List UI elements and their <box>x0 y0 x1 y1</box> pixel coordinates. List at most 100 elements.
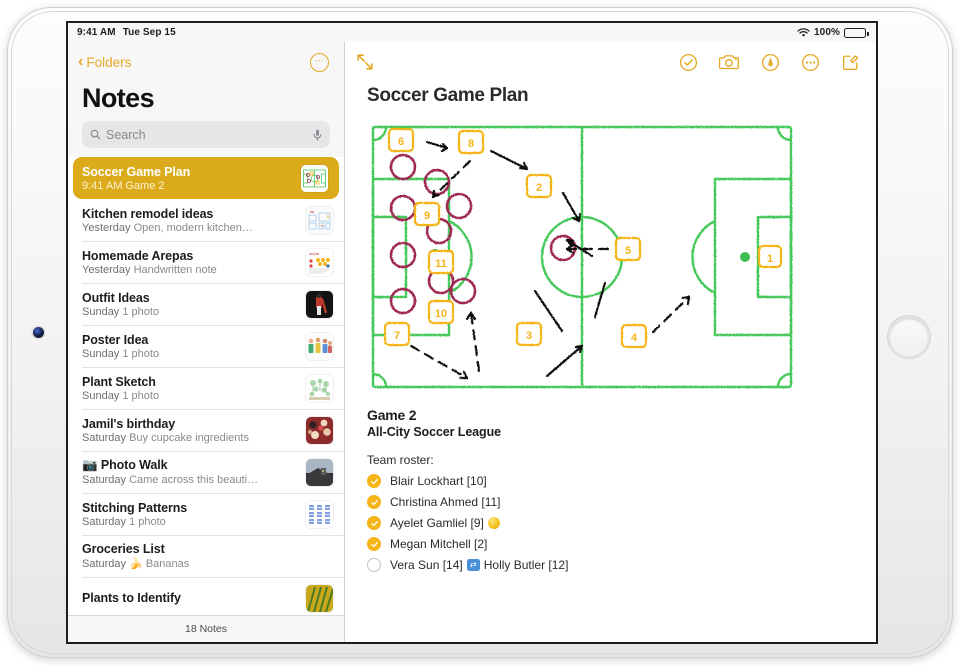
note-item-title: Outfit Ideas <box>82 290 150 305</box>
microphone-icon[interactable] <box>313 129 322 141</box>
roster-player-name: Megan Mitchell [2] <box>390 537 488 551</box>
note-item-title: Plants to Identify <box>82 591 181 605</box>
note-item-preview: Handwritten note <box>130 263 217 276</box>
checkbox-checked-icon[interactable] <box>367 495 381 509</box>
note-item-preview: Came across this beauti… <box>126 474 259 486</box>
note-item-title: Jamil's birthday <box>82 416 176 431</box>
note-item-date: Yesterday <box>82 263 131 276</box>
roster-player-name-2: Holly Butler [12] <box>483 558 569 572</box>
note-item-subtitle: Sunday 1 photo <box>82 390 298 402</box>
note-item-subtitle: Saturday 1 photo <box>82 516 298 528</box>
svg-text:1: 1 <box>767 253 773 265</box>
note-item-subtitle: Saturday Buy cupcake ingredients <box>82 432 298 444</box>
notes-list[interactable]: Soccer Game Plan 9:41 AM Game 2 Kitchen re… <box>68 157 344 615</box>
search-icon <box>90 129 101 140</box>
back-to-folders-button[interactable]: ‹ Folders <box>78 52 131 70</box>
home-button[interactable] <box>888 316 930 358</box>
compose-square-pencil-icon[interactable] <box>841 53 860 72</box>
sidebar-more-button[interactable]: ⋯ <box>310 52 329 72</box>
note-item-title: Groceries List <box>82 542 165 556</box>
note-item-date: 9:41 AM <box>82 179 123 192</box>
note-detail-pane: Soccer Game Plan 6 8 2 5 9 11 10 7 3 4 1… <box>345 42 876 642</box>
note-item-preview: Buy cupcake ingredients <box>126 431 249 444</box>
chevron-left-icon: ‹ <box>78 52 84 70</box>
note-list-item[interactable]: Homemade Arepas Yesterday Handwritten not… <box>68 241 344 283</box>
checkbox-checked-icon[interactable] <box>367 537 381 551</box>
note-item-preview: 1 photo <box>119 305 160 318</box>
note-list-item[interactable]: 📷 Photo Walk Saturday Came across this be… <box>68 451 344 493</box>
poster-people-thumb <box>306 332 333 360</box>
roster-item[interactable]: Christina Ahmed [11] <box>367 495 854 509</box>
expand-diagonal-icon[interactable] <box>355 52 375 72</box>
battery-icon <box>844 27 869 38</box>
note-list-item[interactable]: Poster Idea Sunday 1 photo <box>68 325 344 367</box>
note-list-item[interactable]: Outfit Ideas Sunday 1 photo <box>68 283 344 325</box>
cupcakes-photo-thumb <box>306 416 333 444</box>
roster-item[interactable]: Vera Sun [14] ⇄ Holly Butler [12] <box>367 558 854 572</box>
recipe-note-thumb: Arepas <box>306 248 333 276</box>
checkbox-unchecked-icon[interactable] <box>367 558 381 572</box>
note-item-subtitle: Yesterday Open, modern kitchen… <box>82 222 298 234</box>
svg-text:11: 11 <box>435 258 447 270</box>
note-list-item[interactable]: Plants to Identify <box>68 577 344 615</box>
front-camera-dot <box>33 327 44 338</box>
checkbox-checked-icon[interactable] <box>367 474 381 488</box>
note-content: 6 8 2 5 9 11 10 7 3 4 1 Game 2 All-City Soccer … <box>345 107 876 572</box>
note-item-subtitle: Sunday 1 photo <box>82 348 298 360</box>
note-item-title: 📷 Photo Walk <box>82 458 168 472</box>
battery-percent-label: 100% <box>814 27 840 38</box>
plant-sketch-thumb <box>306 374 333 402</box>
soccer-field-diagram: 6 8 2 5 9 11 10 7 3 4 1 <box>367 121 797 393</box>
roster-item-text: Megan Mitchell [2] <box>390 537 487 551</box>
note-list-item[interactable]: Stitching Patterns Saturday 1 photo <box>68 493 344 535</box>
outfit-photo-thumb <box>306 290 333 318</box>
note-item-subtitle: 9:41 AM Game 2 <box>82 180 293 192</box>
note-item-preview: Open, modern kitchen… <box>130 221 253 234</box>
ipad-screen: 9:41 AM Tue Sep 15 100% ‹ Folders ⋯ Note… <box>68 23 876 642</box>
roster-item[interactable]: Megan Mitchell [2] <box>367 537 854 551</box>
roster-label: Team roster: <box>367 453 434 467</box>
roster-item[interactable]: Blair Lockhart [10] <box>367 474 854 488</box>
note-list-item[interactable]: Kitchen remodel ideas Yesterday Open, mod… <box>68 199 344 241</box>
note-item-subtitle: Yesterday Handwritten note <box>82 264 298 276</box>
note-subheading: All-City Soccer League <box>367 425 501 439</box>
checkbox-checked-icon[interactable] <box>367 516 381 530</box>
note-item-preview: 1 photo <box>126 515 166 528</box>
note-item-title: Plant Sketch <box>82 374 156 389</box>
svg-text:7: 7 <box>394 330 400 342</box>
roster-player-name: Vera Sun [14] <box>390 558 463 572</box>
checklist-circle-icon[interactable] <box>679 53 698 72</box>
status-time: 9:41 AM <box>77 27 116 38</box>
roster-item[interactable]: Ayelet Gamliel [9] <box>367 516 854 530</box>
note-item-title: Kitchen remodel ideas <box>82 206 214 221</box>
note-item-subtitle: Saturday Came across this beauti… <box>82 474 298 486</box>
note-item-date: Sunday <box>82 305 120 318</box>
search-placeholder: Search <box>106 127 146 142</box>
roster-player-name: Blair Lockhart [10] <box>390 474 487 488</box>
note-item-date: Saturday <box>82 515 127 528</box>
roster-checklist[interactable]: Blair Lockhart [10] Christina Ahmed [11] A… <box>367 474 854 572</box>
note-item-title: Homemade Arepas <box>82 248 194 263</box>
note-toolbar <box>345 42 876 82</box>
camera-icon[interactable] <box>719 53 740 71</box>
page-title: Notes <box>82 83 155 113</box>
markup-pen-circle-icon[interactable] <box>761 53 780 72</box>
note-title: Soccer Game Plan <box>367 85 529 106</box>
note-item-title: Stitching Patterns <box>82 500 188 515</box>
yellow-ball-icon <box>487 517 500 529</box>
roster-item-text: Ayelet Gamliel [9] <box>390 516 500 530</box>
roster-item-text: Vera Sun [14] ⇄ Holly Butler [12] <box>390 558 568 572</box>
note-item-date: Saturday <box>82 558 127 570</box>
soccer-field-thumb <box>301 164 328 192</box>
swap-arrows-icon: ⇄ <box>466 559 480 571</box>
status-bar: 9:41 AM Tue Sep 15 100% <box>68 23 876 42</box>
roster-player-name: Christina Ahmed [11] <box>390 495 501 509</box>
note-list-item[interactable]: Jamil's birthday Saturday Buy cupcake ing… <box>68 409 344 451</box>
svg-text:4: 4 <box>631 332 638 344</box>
note-list-item[interactable]: Plant Sketch Sunday 1 photo <box>68 367 344 409</box>
search-input[interactable]: Search <box>82 121 330 148</box>
note-list-item[interactable]: Soccer Game Plan 9:41 AM Game 2 <box>73 157 339 199</box>
svg-text:Arepas: Arepas <box>309 252 320 256</box>
more-ellipsis-circle-icon[interactable] <box>801 53 820 72</box>
note-list-item[interactable]: Groceries List Saturday 🍌 Bananas <box>68 535 344 577</box>
